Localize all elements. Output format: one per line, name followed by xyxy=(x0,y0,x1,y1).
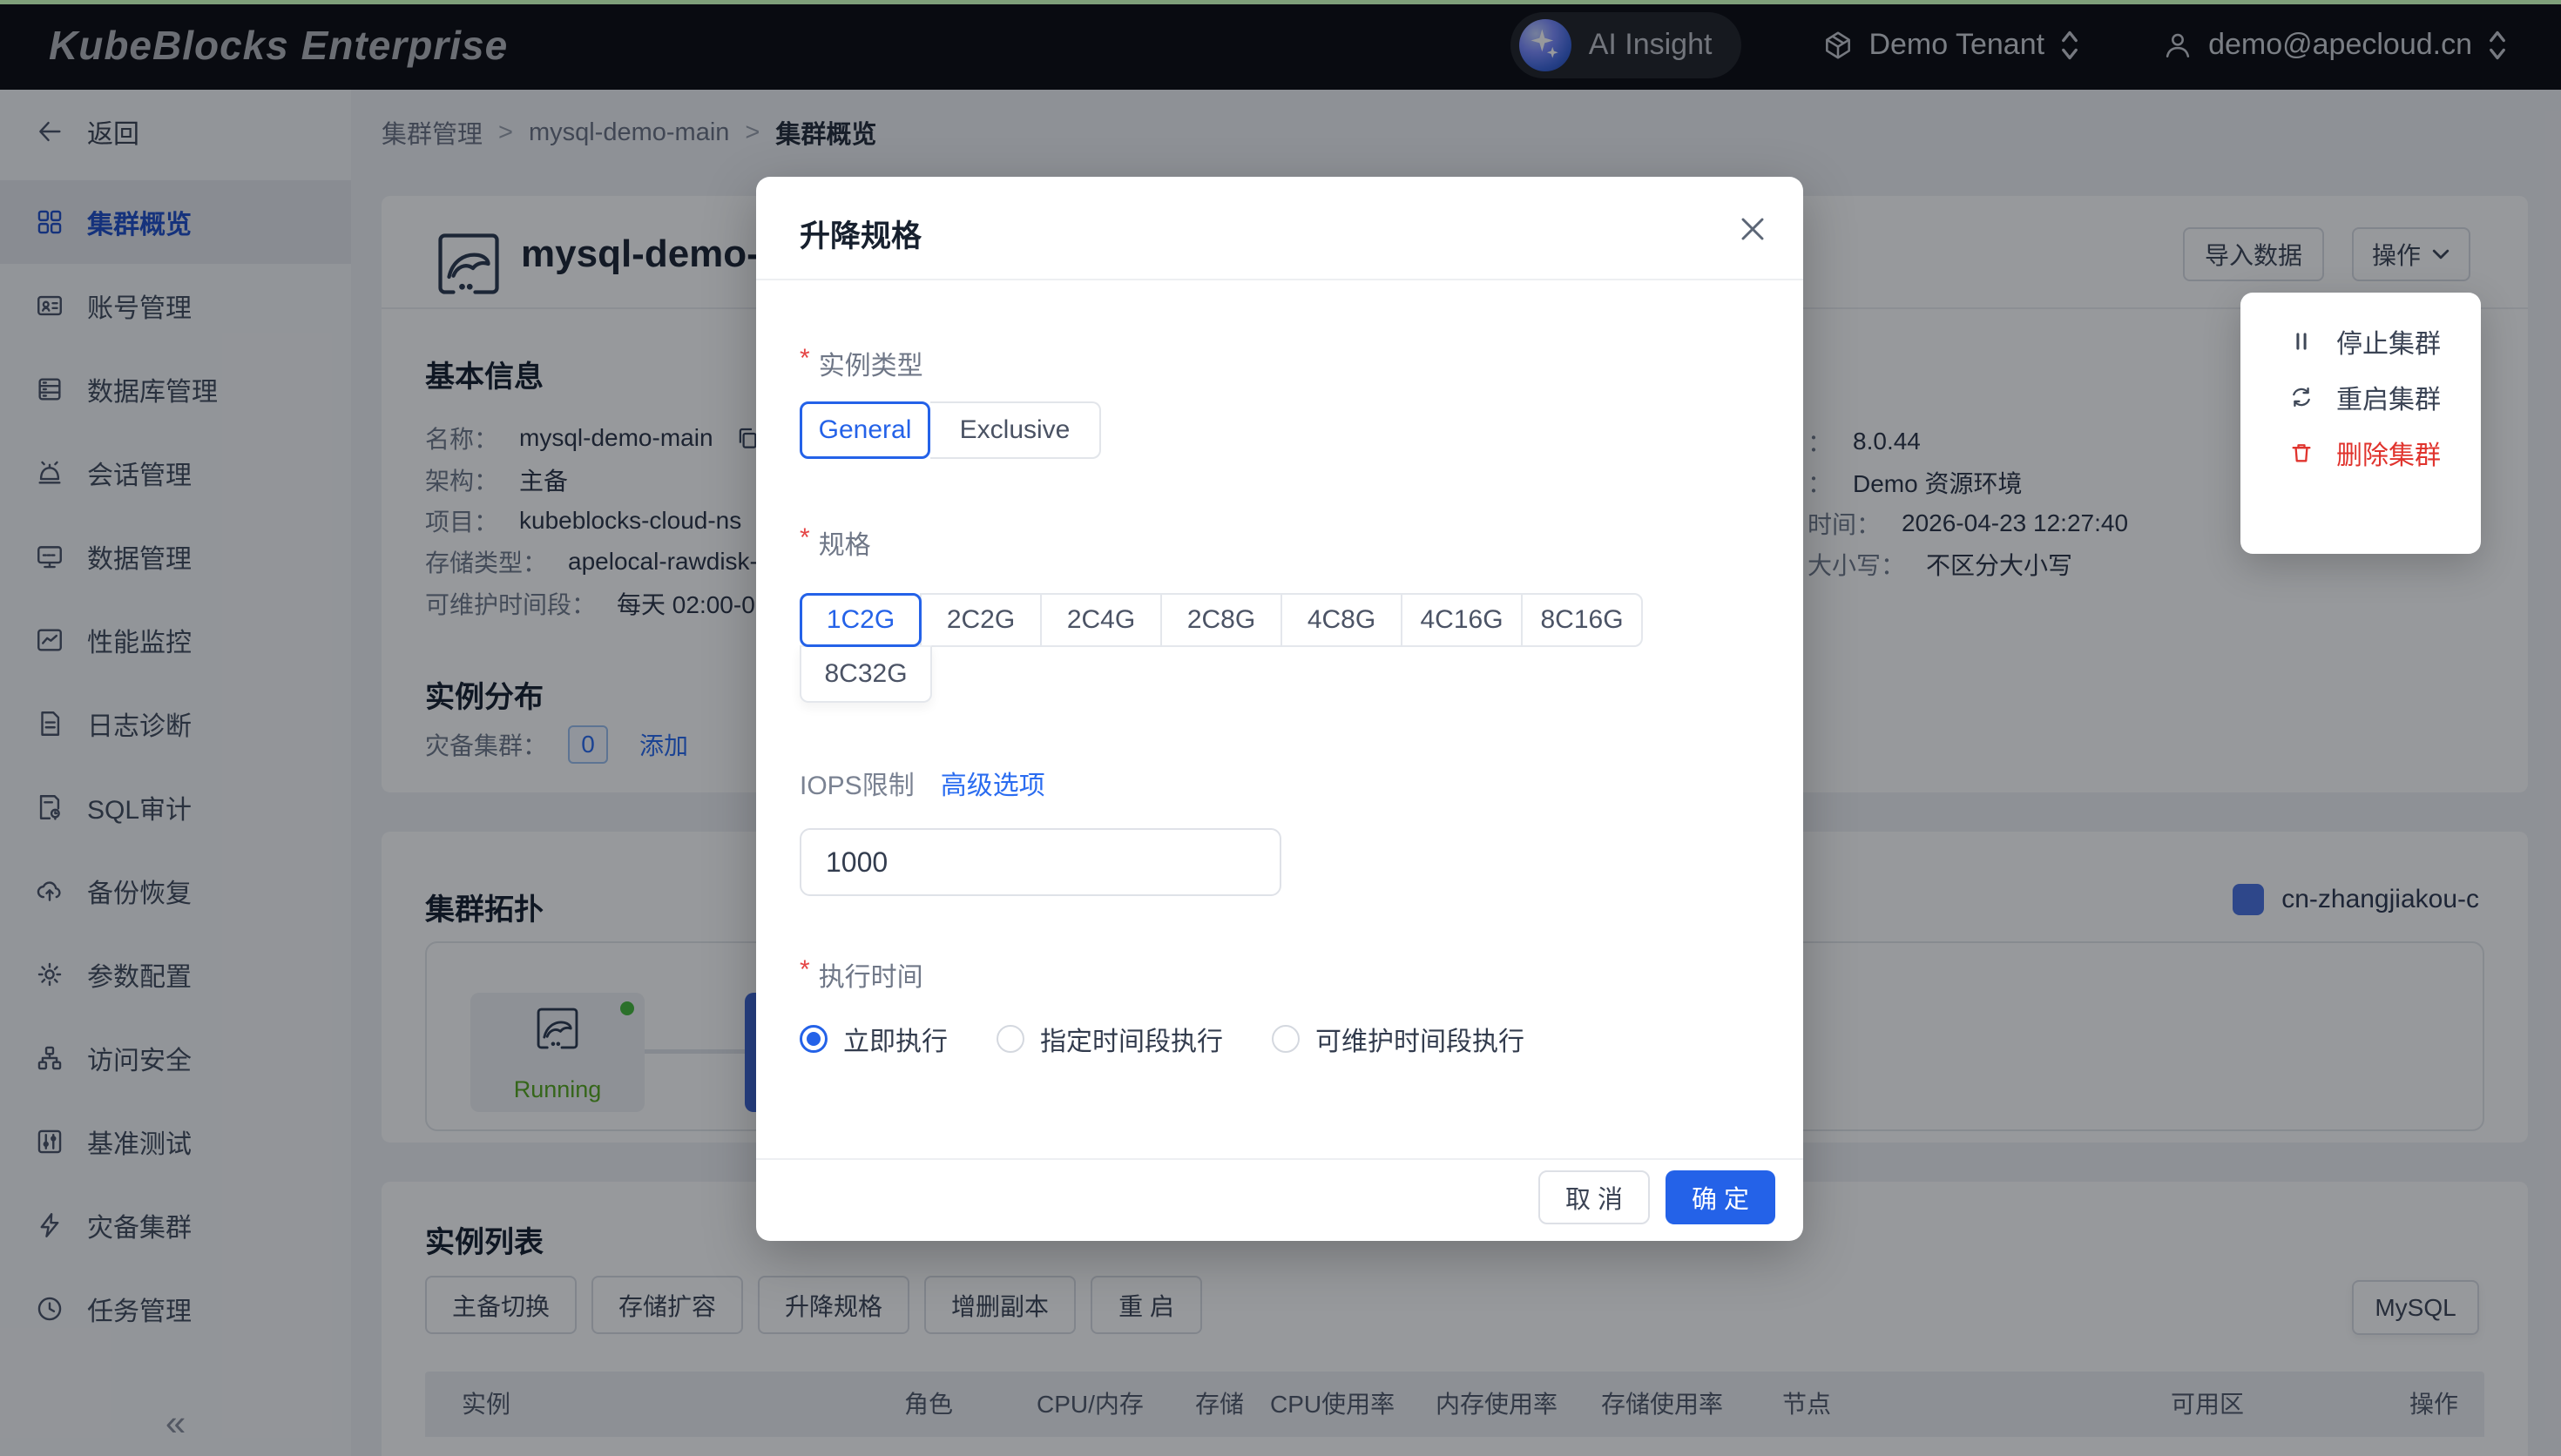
cancel-button[interactable]: 取 消 xyxy=(1538,1170,1650,1224)
resize-spec-modal: 升降规格 * 实例类型 General Exclusive * 规格 1C2G … xyxy=(756,177,1803,1241)
radio-immediate[interactable]: 立即执行 xyxy=(800,1020,948,1058)
divider xyxy=(756,279,1803,280)
spec-8c32g[interactable]: 8C32G xyxy=(800,645,932,703)
instance-type-exclusive[interactable]: Exclusive xyxy=(930,401,1101,459)
spec-8c16g[interactable]: 8C16G xyxy=(1521,593,1643,647)
menu-item-restart-cluster[interactable]: 重启集群 xyxy=(2240,369,2481,425)
instance-type-general[interactable]: General xyxy=(800,401,930,459)
divider xyxy=(756,1158,1803,1160)
modal-title: 升降规格 xyxy=(800,212,922,256)
close-icon[interactable] xyxy=(1733,210,1772,248)
spec-1c2g[interactable]: 1C2G xyxy=(800,593,922,647)
radio-scheduled[interactable]: 指定时间段执行 xyxy=(997,1020,1223,1058)
actions-menu: 停止集群 重启集群 删除集群 xyxy=(2240,293,2481,554)
confirm-button[interactable]: 确 定 xyxy=(1666,1170,1775,1224)
iops-input[interactable] xyxy=(800,828,1281,896)
advanced-options-link[interactable]: 高级选项 xyxy=(941,764,1045,802)
spec-2c4g[interactable]: 2C4G xyxy=(1040,593,1162,647)
iops-label-row: IOPS限制 高级选项 xyxy=(800,764,1045,802)
spec-2c2g[interactable]: 2C2G xyxy=(920,593,1042,647)
spec-options-row: 1C2G 2C2G 2C4G 2C8G 4C8G 4C16G 8C16G xyxy=(800,593,1643,647)
iops-label: IOPS限制 xyxy=(800,764,915,802)
exec-time-radios: 立即执行 指定时间段执行 可维护时间段执行 xyxy=(800,1020,1524,1058)
radio-icon xyxy=(997,1025,1024,1053)
exec-time-label: * 执行时间 xyxy=(800,955,923,994)
spec-4c16g[interactable]: 4C16G xyxy=(1401,593,1523,647)
instance-type-segment: General Exclusive xyxy=(800,401,1101,459)
pause-icon xyxy=(2289,329,2314,354)
menu-item-delete-cluster[interactable]: 删除集群 xyxy=(2240,425,2481,481)
restart-icon xyxy=(2289,385,2314,409)
radio-maintenance-window[interactable]: 可维护时间段执行 xyxy=(1272,1020,1524,1058)
spec-4c8g[interactable]: 4C8G xyxy=(1280,593,1402,647)
radio-icon xyxy=(1272,1025,1300,1053)
spec-label: * 规格 xyxy=(800,523,871,562)
radio-icon xyxy=(800,1025,828,1053)
screen-indicator-bar xyxy=(0,0,2561,4)
menu-item-stop-cluster[interactable]: 停止集群 xyxy=(2240,313,2481,369)
trash-icon xyxy=(2289,441,2314,465)
spec-2c8g[interactable]: 2C8G xyxy=(1160,593,1282,647)
instance-type-label: * 实例类型 xyxy=(800,344,923,382)
